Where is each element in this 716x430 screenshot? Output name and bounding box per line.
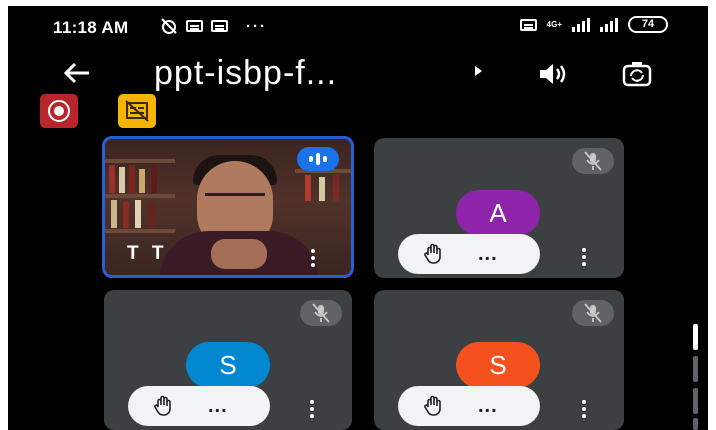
status-bar: 11:18 AM ··· 4G+ 74 [8,6,708,50]
more-vert-icon[interactable] [310,400,314,418]
page-indicator[interactable] [693,418,698,430]
switch-camera-icon[interactable] [622,60,652,93]
avatar: S [186,342,270,388]
network-type: 4G+ [546,19,562,29]
more-vert-icon[interactable] [311,249,315,267]
hand-icon[interactable] [422,394,446,423]
page-indicator[interactable] [693,356,698,382]
status-right: 4G+ 74 [519,16,668,33]
tile-actions: ... [398,234,540,274]
battery-indicator: 74 [628,16,668,33]
tile-actions: ... [128,386,270,426]
more-vert-icon[interactable] [582,248,586,266]
record-icon[interactable] [40,94,78,128]
volte-icon [519,18,537,31]
more-notifications: ··· [246,17,267,35]
speaking-indicator-icon [297,147,339,171]
back-arrow-icon[interactable] [62,58,92,94]
message-icon-2 [211,20,228,32]
signal-icon-2 [600,17,618,32]
hand-icon[interactable] [152,394,176,423]
meeting-title[interactable]: ppt-isbp-f... [154,54,337,93]
signal-icon [572,17,590,32]
participant-tile[interactable]: S ... [104,290,352,430]
page-indicator[interactable] [693,388,698,414]
status-time: 11:18 AM [53,18,129,37]
hand-icon[interactable] [422,242,446,271]
mic-off-icon [572,300,614,326]
tile-actions: ... [398,386,540,426]
alarm-off-icon [161,18,177,34]
participant-tile[interactable]: S ... [374,290,624,430]
dropdown-caret-icon[interactable] [475,66,482,76]
participant-tile[interactable]: A ... [374,138,624,278]
meet-screen: 11:18 AM ··· 4G+ 74 ppt-isbp-f... T T A … [8,6,708,430]
participant-tile-video[interactable]: T T [102,136,354,278]
participant-name: T T [127,243,168,264]
call-toolbar: ppt-isbp-f... [8,50,708,100]
notification-icons: ··· [160,17,267,35]
more-button[interactable]: ... [208,396,228,416]
speaker-icon[interactable] [538,62,568,91]
mic-off-icon [572,148,614,174]
more-button[interactable]: ... [478,396,498,416]
mic-off-icon [300,300,342,326]
captions-off-icon[interactable] [118,94,156,128]
page-indicator-active[interactable] [693,324,698,350]
more-button[interactable]: ... [478,244,498,264]
message-icon [186,20,203,32]
more-vert-icon[interactable] [582,400,586,418]
avatar: A [456,190,540,236]
avatar: S [456,342,540,388]
